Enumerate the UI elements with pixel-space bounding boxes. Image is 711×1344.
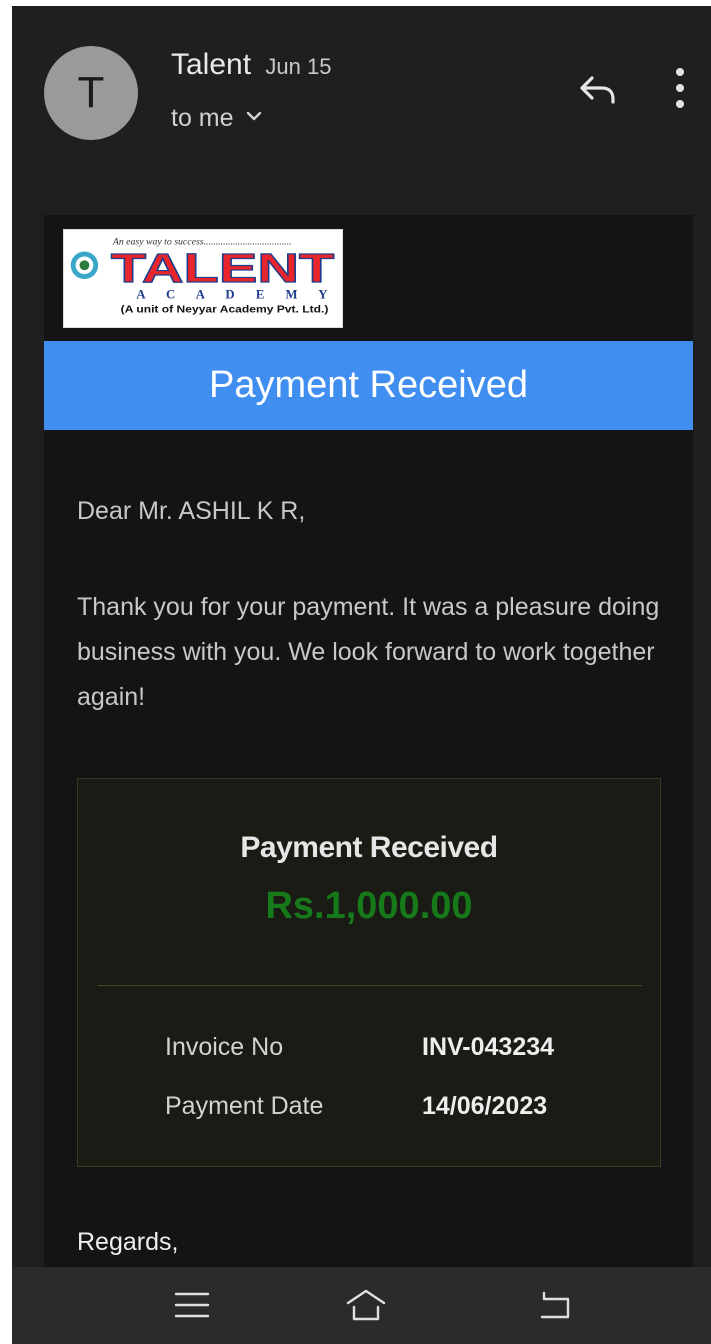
receipt-title: Payment Received — [240, 831, 498, 864]
sender-line: Talent Jun 15 — [171, 48, 331, 82]
logo-name: TALENT — [111, 245, 334, 291]
home-button[interactable] — [344, 1285, 388, 1325]
more-options-button[interactable] — [668, 66, 692, 110]
payment-date-label: Payment Date — [165, 1092, 324, 1120]
receipt-divider — [98, 985, 642, 986]
receipt-amount: Rs.1,000.00 — [265, 885, 473, 927]
talent-academy-logo: An easy way to success..................… — [63, 229, 343, 328]
email-date: Jun 15 — [265, 54, 332, 79]
recipient-toggle[interactable]: to me — [171, 104, 264, 133]
sender-avatar[interactable]: T — [44, 46, 138, 140]
more-vert-icon — [676, 68, 684, 108]
phone-screen: T Talent Jun 15 to me An easy way to suc… — [12, 6, 711, 1344]
regards-text: Regards, — [77, 1228, 179, 1256]
message-text: Thank you for your payment. It was a ple… — [77, 593, 660, 711]
back-button[interactable] — [534, 1285, 578, 1325]
back-icon — [540, 1291, 570, 1319]
receipt-box: Payment Received Rs.1,000.00 Invoice No … — [77, 778, 661, 1167]
logo-unit: (A unit of Neyyar Academy Pvt. Ltd.) — [121, 304, 329, 315]
payment-date-value: 14/06/2023 — [422, 1092, 548, 1120]
home-icon — [346, 1289, 386, 1321]
system-nav-bar — [12, 1267, 711, 1344]
invoice-no-value: INV-043234 — [422, 1033, 555, 1061]
reply-icon — [580, 76, 615, 104]
greeting-text: Dear Mr. ASHIL K R, — [77, 497, 306, 525]
recipient-label: to me — [171, 104, 234, 132]
sender-name[interactable]: Talent — [171, 48, 251, 81]
chevron-down-icon — [244, 104, 264, 133]
payment-banner: Payment Received — [44, 341, 693, 430]
invoice-no-label: Invoice No — [165, 1033, 284, 1061]
reply-button[interactable] — [578, 70, 618, 110]
menu-icon — [174, 1292, 210, 1318]
recent-apps-button[interactable] — [170, 1285, 214, 1325]
email-body: An easy way to success..................… — [44, 215, 693, 1344]
